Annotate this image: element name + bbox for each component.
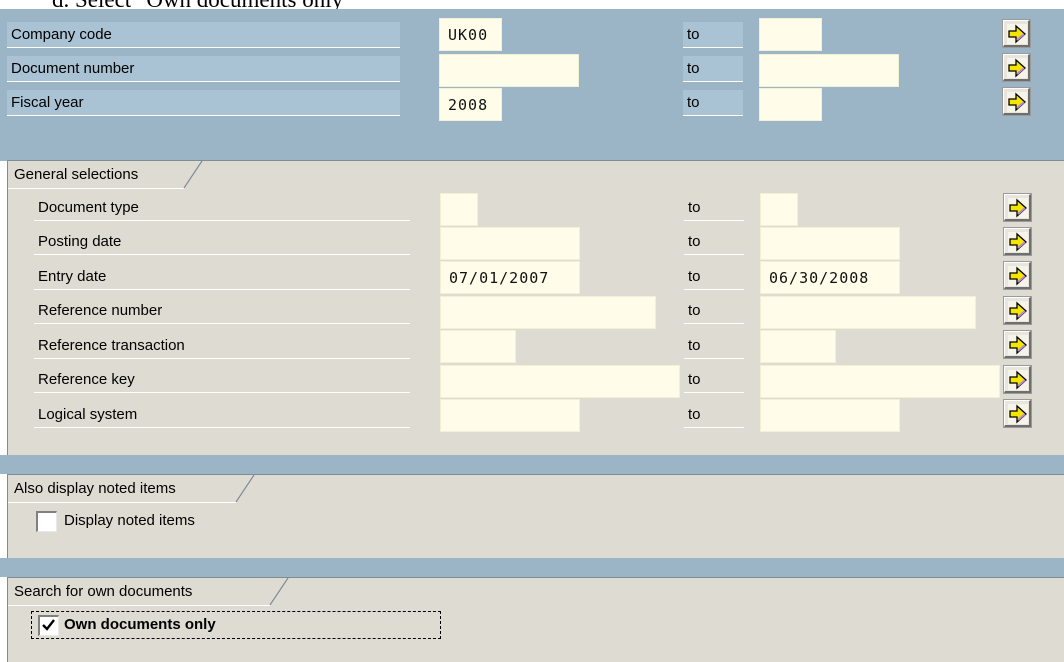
document-number-to-input[interactable] <box>759 54 899 87</box>
company-code-from-input[interactable]: UK00 <box>439 18 502 51</box>
reference-transaction-to-label: to <box>684 333 744 359</box>
fiscal-year-from-input[interactable]: 2008 <box>439 88 502 121</box>
display-noted-items-checkbox[interactable] <box>36 511 57 532</box>
posting-date-from-input[interactable] <box>440 227 580 260</box>
document-type-label: Document type <box>34 195 410 221</box>
reference-number-from-input[interactable] <box>440 296 656 329</box>
tab-underline <box>8 188 184 189</box>
document-number-multiple-selection-button[interactable] <box>1003 54 1030 81</box>
tab-underline <box>8 502 236 503</box>
multiple-selection-arrow-icon <box>1008 301 1028 321</box>
reference-number-to-label: to <box>684 298 744 324</box>
fiscal-year-to-label: to <box>683 90 743 116</box>
multiple-selection-arrow-icon <box>1008 198 1028 218</box>
noted-items-title: Also display noted items <box>8 475 236 502</box>
reference-key-to-input[interactable] <box>760 365 1000 398</box>
display-noted-items-label[interactable]: Display noted items <box>64 512 195 529</box>
logical-system-to-input[interactable] <box>760 399 900 432</box>
entry-date-multiple-selection-button[interactable] <box>1004 262 1031 289</box>
own-documents-focus-frame[interactable]: Own documents only <box>31 611 441 639</box>
document-number-label: Document number <box>7 56 400 82</box>
company-code-multiple-selection-button[interactable] <box>1003 20 1030 47</box>
company-code-to-input[interactable] <box>759 18 822 51</box>
entry-date-from-input[interactable]: 07/01/2007 <box>440 261 580 294</box>
document-number-to-label: to <box>683 56 743 82</box>
reference-transaction-to-input[interactable] <box>760 330 836 363</box>
own-documents-checkbox[interactable] <box>38 615 59 636</box>
entry-date-to-label: to <box>684 264 744 290</box>
entry-date-label: Entry date <box>34 264 410 290</box>
posting-date-to-input[interactable] <box>760 227 900 260</box>
noted-items-group: Also display noted items Display noted i… <box>7 474 1064 558</box>
fiscal-year-multiple-selection-button[interactable] <box>1003 88 1030 115</box>
reference-transaction-multiple-selection-button[interactable] <box>1004 331 1031 358</box>
company-code-to-label: to <box>683 22 743 48</box>
reference-key-from-input[interactable] <box>440 365 680 398</box>
document-type-from-input[interactable] <box>440 193 478 226</box>
multiple-selection-arrow-icon <box>1007 58 1027 78</box>
own-documents-group: Search for own documents Own documents o… <box>7 577 1064 662</box>
tab-corner <box>269 578 289 605</box>
multiple-selection-arrow-icon <box>1008 404 1028 424</box>
reference-number-label: Reference number <box>34 298 410 324</box>
posting-date-to-label: to <box>684 229 744 255</box>
logical-system-multiple-selection-button[interactable] <box>1004 400 1031 427</box>
reference-transaction-from-input[interactable] <box>440 330 516 363</box>
reference-key-multiple-selection-button[interactable] <box>1004 366 1031 393</box>
own-documents-title: Search for own documents <box>8 578 270 605</box>
section-separator <box>0 455 1064 474</box>
checkmark-icon <box>42 619 55 631</box>
document-type-to-label: to <box>684 195 744 221</box>
posting-date-multiple-selection-button[interactable] <box>1004 228 1031 255</box>
multiple-selection-arrow-icon <box>1008 335 1028 355</box>
reference-number-to-input[interactable] <box>760 296 976 329</box>
tab-underline <box>8 605 270 606</box>
document-number-from-input[interactable] <box>439 54 579 87</box>
general-selections-title: General selections <box>8 161 184 188</box>
entry-date-to-input[interactable]: 06/30/2008 <box>760 261 900 294</box>
logical-system-label: Logical system <box>34 402 410 428</box>
own-documents-label[interactable]: Own documents only <box>64 616 216 633</box>
logical-system-to-label: to <box>684 402 744 428</box>
tab-corner <box>235 475 255 502</box>
document-type-to-input[interactable] <box>760 193 798 226</box>
multiple-selection-arrow-icon <box>1007 24 1027 44</box>
multiple-selection-arrow-icon <box>1007 92 1027 112</box>
reference-key-label: Reference key <box>34 367 410 393</box>
multiple-selection-arrow-icon <box>1008 266 1028 286</box>
fiscal-year-label: Fiscal year <box>7 90 400 116</box>
multiple-selection-arrow-icon <box>1008 370 1028 390</box>
fiscal-year-to-input[interactable] <box>759 88 822 121</box>
main-selection-area: Company code UK00 to Document number to … <box>0 9 1064 161</box>
multiple-selection-arrow-icon <box>1008 232 1028 252</box>
company-code-label: Company code <box>7 22 400 48</box>
section-separator <box>0 558 1064 577</box>
reference-key-to-label: to <box>684 367 744 393</box>
reference-transaction-label: Reference transaction <box>34 333 410 359</box>
general-selections-group: General selections Document type to Post… <box>7 160 1064 455</box>
logical-system-from-input[interactable] <box>440 399 580 432</box>
tab-corner <box>183 161 203 188</box>
reference-number-multiple-selection-button[interactable] <box>1004 297 1031 324</box>
posting-date-label: Posting date <box>34 229 410 255</box>
document-type-multiple-selection-button[interactable] <box>1004 194 1031 221</box>
